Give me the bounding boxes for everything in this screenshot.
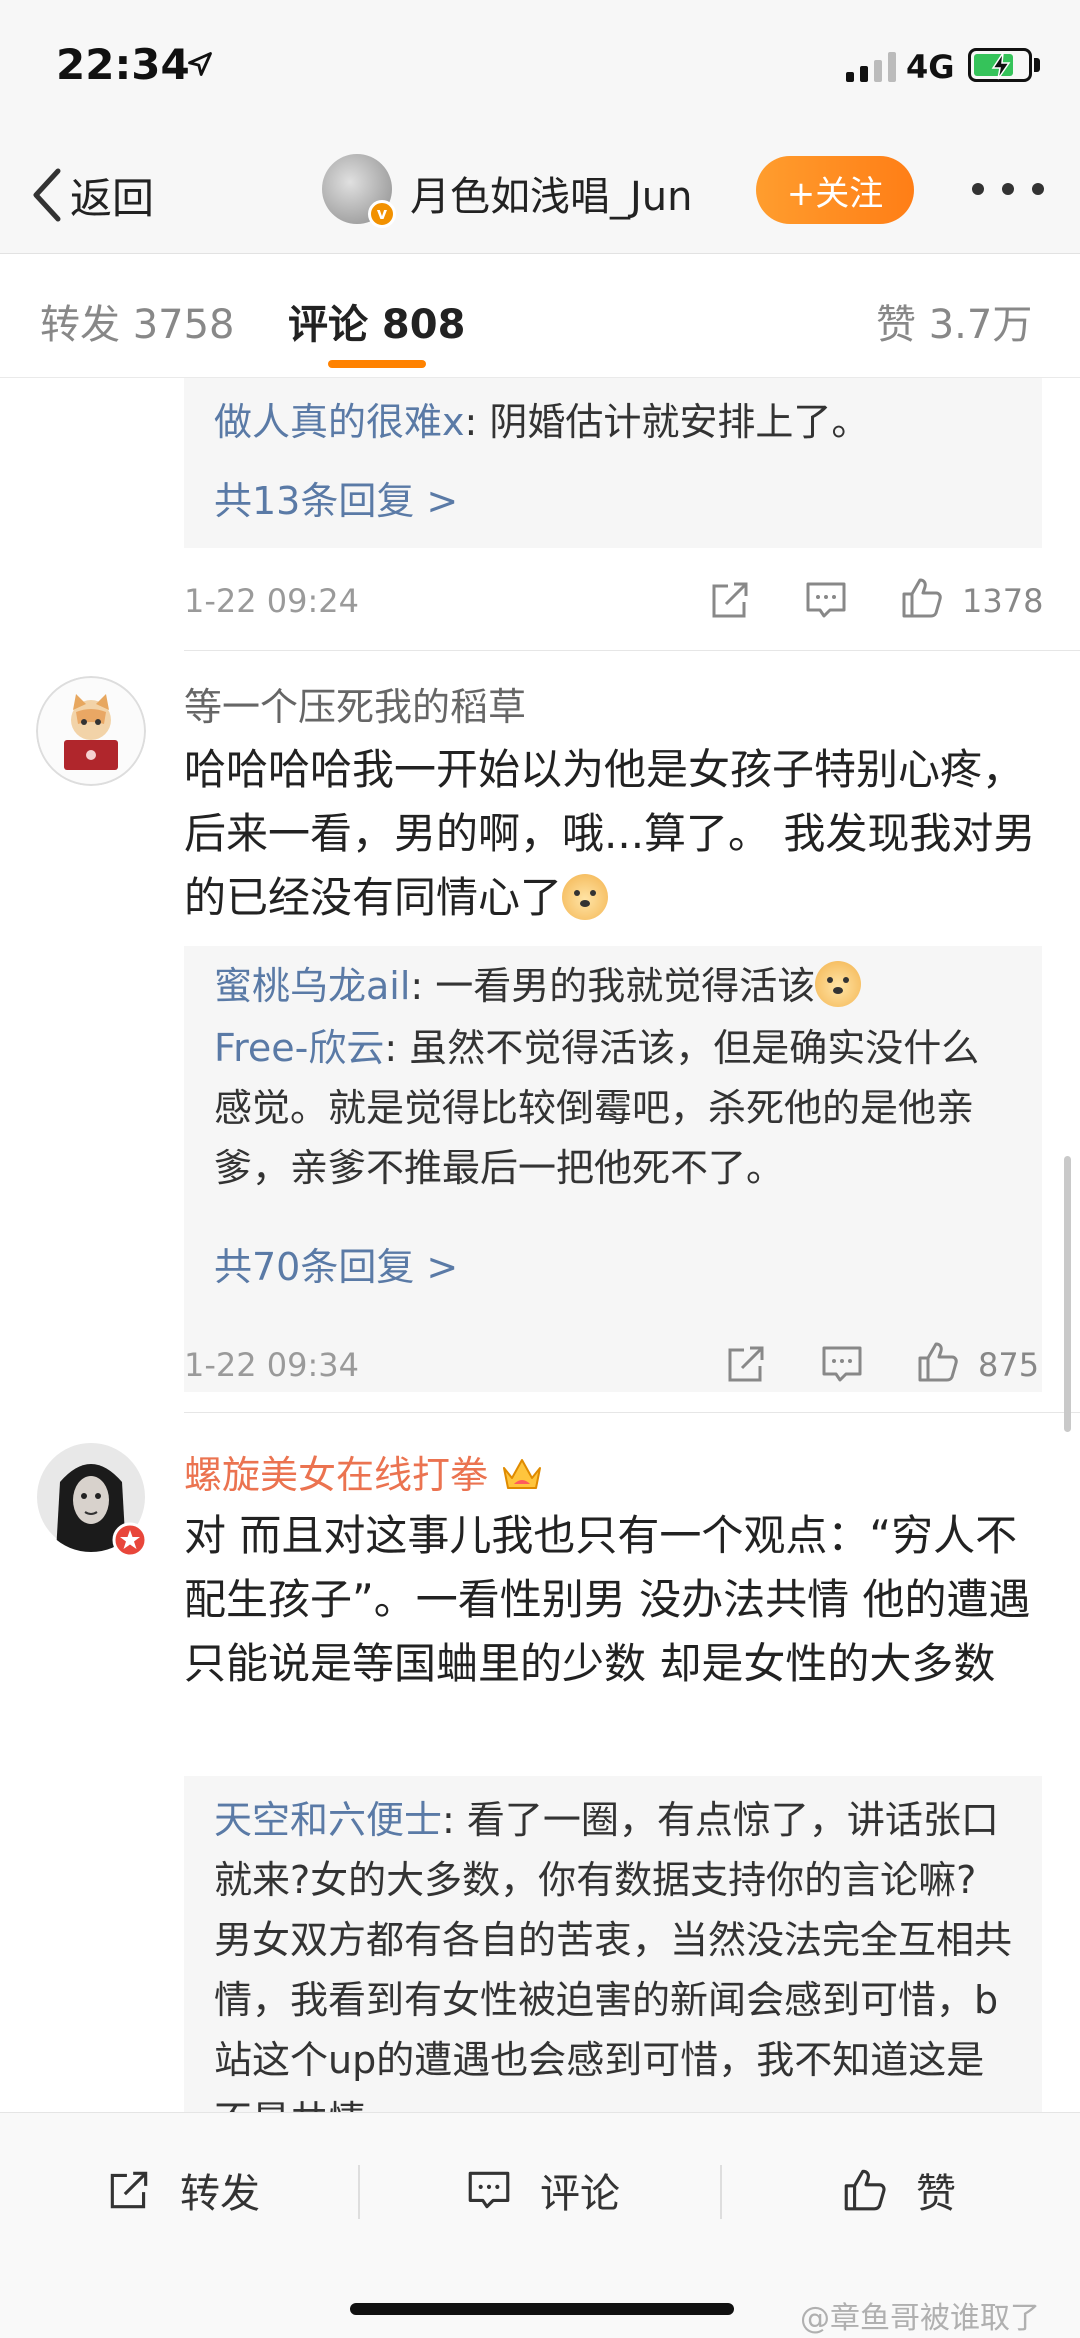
avatar[interactable]: [36, 676, 146, 786]
reply-author[interactable]: 做人真的很难x: [214, 400, 465, 444]
member-badge-icon: [112, 1522, 148, 1558]
bottom-action-bar: 转发 评论 赞 @章鱼哥被谁取了: [0, 2112, 1080, 2338]
watermark: @章鱼哥被谁取了: [800, 2301, 1040, 2336]
cat-avatar-icon: [36, 676, 146, 786]
comment-text-content: 哈哈哈哈我一开始以为他是女孩子特别心疼，后来一看，男的啊，哦...算了。 我发现…: [184, 745, 1036, 922]
comment-author[interactable]: 螺旋美女在线打拳: [184, 1444, 544, 1499]
repost-button[interactable]: 转发: [104, 2155, 260, 2225]
follow-button[interactable]: +关注: [756, 156, 914, 224]
divider: [184, 650, 1080, 651]
status-time: 22:34: [56, 40, 190, 89]
back-button[interactable]: 返回: [30, 160, 154, 230]
comment-label: 评论: [540, 2171, 620, 2217]
reply-author[interactable]: Free-欣云: [214, 1026, 384, 1070]
comment-text: 对 而且对这事儿我也只有一个观点：“穷人不配生孩子”。一看性别男 没办法共情 他…: [184, 1511, 1031, 1688]
comment-author[interactable]: 等一个压死我的稻草: [184, 676, 526, 731]
avatar[interactable]: v: [322, 154, 396, 228]
more-replies-link[interactable]: 共13条回复 >: [214, 470, 458, 525]
divider: [720, 2165, 722, 2219]
reply-author[interactable]: 蜜桃乌龙ail: [214, 964, 410, 1008]
reply-text: : 一看男的我就觉得活该: [410, 964, 816, 1008]
nav-bar: 返回 v 月色如浅唱_Jun +关注: [0, 140, 1080, 254]
battery-cap: [1034, 58, 1040, 72]
like-icon[interactable]: [914, 1338, 962, 1386]
doge-emoji-icon: [815, 961, 862, 1007]
like-label: 赞: [916, 2171, 956, 2217]
reply-box[interactable]: 蜜桃乌龙ail: 一看男的我就觉得活该 Free-欣云: 虽然不觉得活该，但是确…: [184, 946, 1042, 1192]
comment-author-name: 螺旋美女在线打拳: [184, 1453, 489, 1497]
like-count: 875: [978, 1346, 1040, 1384]
status-bar: 22:34 4G: [0, 0, 1080, 140]
like-icon[interactable]: [898, 574, 946, 622]
username[interactable]: 月色如浅唱_Jun: [410, 164, 693, 222]
share-icon: [110, 2171, 148, 2209]
comment-text: 哈哈哈哈我一开始以为他是女孩子特别心疼，后来一看，男的啊，哦...算了。 我发现…: [184, 738, 1044, 930]
comment-icon[interactable]: [818, 1340, 866, 1388]
comment-icon: [468, 2171, 510, 2209]
share-icon[interactable]: [706, 576, 754, 624]
home-indicator[interactable]: [350, 2303, 734, 2315]
reply-author[interactable]: 天空和六便士: [214, 1798, 442, 1842]
reply-item[interactable]: Free-欣云: 虽然不觉得活该，但是确实没什么感觉。就是觉得比较倒霉吧，杀死他…: [214, 1018, 1012, 1198]
more-options-icon[interactable]: [972, 174, 1044, 204]
vip-crown-icon: [503, 1459, 542, 1489]
share-icon[interactable]: [722, 1340, 770, 1388]
comment-time: 1-22 09:24: [184, 582, 360, 620]
comment-list[interactable]: 做人真的很难x: 阴婚估计就安排上了。 共13条回复 > 1-22 09:24 …: [0, 378, 1080, 2112]
chevron-left-icon: [33, 168, 61, 222]
reply-box[interactable]: 天空和六便士: 看了一圈，有点惊了，讲话张口就来?女的大多数，你有数据支持你的言…: [184, 1776, 1042, 2112]
repost-label: 转发: [180, 2171, 260, 2217]
scrollbar[interactable]: [1064, 1156, 1071, 1432]
back-label: 返回: [70, 173, 155, 223]
comment-button[interactable]: 评论: [464, 2155, 620, 2225]
verified-badge-icon: v: [368, 200, 396, 228]
reply-item[interactable]: 做人真的很难x: 阴婚估计就安排上了。: [214, 392, 1012, 452]
reply-box[interactable]: 做人真的很难x: 阴婚估计就安排上了。 共13条回复 >: [184, 378, 1042, 548]
reply-text: : 看了一圈，有点惊了，讲话张口就来?女的大多数，你有数据支持你的言论嘛?男女双…: [214, 1798, 1013, 2112]
comment-icon[interactable]: [802, 576, 850, 624]
network-label: 4G: [906, 48, 955, 86]
tab-repost[interactable]: 转发 3758: [40, 292, 235, 350]
more-replies-link[interactable]: 共70条回复 >: [214, 1236, 458, 1291]
reply-item[interactable]: 天空和六便士: 看了一圈，有点惊了，讲话张口就来?女的大多数，你有数据支持你的言…: [214, 1790, 1012, 2112]
divider: [184, 1412, 1080, 1413]
like-count: 1378: [962, 582, 1044, 620]
tab-likes[interactable]: 赞 3.7万: [876, 292, 1032, 350]
battery-icon: [968, 48, 1032, 82]
like-icon: [844, 2169, 886, 2211]
tab-bar: 转发 3758 评论 808 赞 3.7万: [0, 254, 1080, 378]
signal-icon: [846, 52, 896, 82]
tab-comments[interactable]: 评论 808: [288, 292, 465, 350]
reply-text: : 阴婚估计就安排上了。: [464, 400, 870, 444]
divider: [358, 2165, 360, 2219]
comment-time: 1-22 09:34: [184, 1346, 360, 1384]
doge-emoji-icon: [562, 874, 609, 920]
tab-active-indicator: [328, 360, 426, 368]
reply-item[interactable]: 蜜桃乌龙ail: 一看男的我就觉得活该: [214, 956, 1012, 1016]
like-button[interactable]: 赞: [840, 2155, 956, 2225]
location-arrow-icon: [188, 52, 212, 76]
